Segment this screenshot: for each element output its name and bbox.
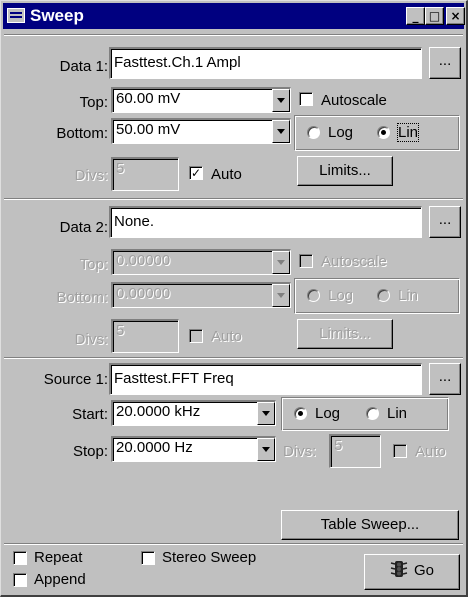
source1-stop-label: Stop: [72,443,108,460]
source1-log-label: Log [315,405,341,422]
source1-label: Source 1: [43,371,108,388]
go-label: Go [413,562,434,579]
go-button[interactable]: Go [364,554,460,590]
source1-start-value: 20.0000 kHz [116,403,201,420]
source1-input[interactable]: Fasttest.FFT Freq [109,363,422,395]
append-label: Append [34,571,86,588]
data1-autoscale-checkbox[interactable] [299,92,313,106]
data2-auto-label: Auto [211,328,242,345]
source1-lin-label: Lin [387,405,408,422]
window-title: Sweep [30,6,84,25]
append-checkbox[interactable] [13,573,27,587]
data2-lin-label: Lin [398,287,419,304]
data2-divs-label: Divs: [74,331,108,348]
data2-label: Data 2: [59,219,108,236]
data1-auto-label: Auto [211,166,242,183]
data2-bottom-select[interactable]: 0.00000 [111,282,291,308]
data2-top-select[interactable]: 0.00000 [111,249,291,275]
data2-auto-checkbox[interactable] [189,329,203,343]
window-icon[interactable] [7,8,25,23]
table-sweep-button[interactable]: Table Sweep... [281,510,459,540]
data1-bottom-select[interactable]: 50.00 mV [111,118,291,144]
title-separator [4,34,463,36]
source1-start-label: Start: [72,406,108,423]
data2-browse-button[interactable]: ... [429,206,461,238]
minimize-button[interactable]: _ [406,7,425,25]
sweep-window: Sweep _ □ × Data 1: Fasttest.Ch.1 Ampl .… [0,0,468,597]
chevron-down-icon[interactable] [272,251,290,274]
source1-log-radio[interactable] [294,407,307,420]
data1-browse-button[interactable]: ... [429,47,461,79]
source1-lin-radio[interactable] [366,407,379,420]
data2-limits-button[interactable]: Limits... [297,319,393,349]
data1-limits-button[interactable]: Limits... [297,156,393,186]
data1-log-radio[interactable] [307,126,320,139]
data1-bottom-value: 50.00 mV [116,121,181,138]
data2-bottom-value: 0.00000 [116,285,171,302]
close-button[interactable]: × [446,7,465,25]
source1-separator [4,543,463,545]
maximize-button[interactable]: □ [425,7,444,25]
data1-label: Data 1: [59,58,108,75]
data2-log-radio[interactable] [307,289,320,302]
data2-separator [4,357,463,359]
data1-autoscale-label: Autoscale [321,92,387,109]
repeat-checkbox[interactable] [13,551,27,565]
chevron-down-icon[interactable] [257,402,275,425]
title-bar[interactable]: Sweep _ □ × [3,3,465,29]
data1-top-select[interactable]: 60.00 mV [111,87,291,113]
source1-start-select[interactable]: 20.0000 kHz [111,400,276,426]
stereo-sweep-checkbox[interactable] [141,551,155,565]
data1-top-label: Top: [79,94,108,111]
chevron-down-icon[interactable] [272,284,290,307]
data2-autoscale-checkbox[interactable] [299,254,313,268]
source1-divs-input[interactable]: 5 [329,434,381,468]
source1-browse-button[interactable]: ... [429,363,461,395]
data1-lin-radio[interactable] [377,126,390,139]
source1-auto-label: Auto [415,443,446,460]
data1-log-label: Log [328,124,354,141]
data1-divs-input[interactable]: 5 [111,157,179,191]
data2-input[interactable]: None. [109,206,422,238]
data2-autoscale-label: Autoscale [321,253,387,270]
repeat-label: Repeat [34,549,83,566]
data2-top-label: Top: [79,256,108,273]
chevron-down-icon[interactable] [272,120,290,143]
stereo-sweep-label: Stereo Sweep [162,549,257,566]
source1-divs-label: Divs: [283,443,317,460]
data2-bottom-label: Bottom: [56,289,108,306]
data2-lin-radio[interactable] [377,289,390,302]
data1-input[interactable]: Fasttest.Ch.1 Ampl [109,47,422,79]
data1-bottom-label: Bottom: [56,125,108,142]
data1-separator [4,198,463,200]
chevron-down-icon[interactable] [272,89,290,112]
source1-stop-select[interactable]: 20.0000 Hz [111,436,276,462]
traffic-light-icon [390,561,408,577]
data1-top-value: 60.00 mV [116,90,181,107]
chevron-down-icon[interactable] [257,438,275,461]
data2-top-value: 0.00000 [116,252,171,269]
data1-lin-label: Lin [396,123,420,142]
source1-stop-value: 20.0000 Hz [116,439,193,456]
data1-divs-label: Divs: [74,167,108,184]
data1-auto-checkbox[interactable]: ✓ [189,166,203,180]
source1-auto-checkbox[interactable] [393,444,407,458]
data2-divs-input[interactable]: 5 [111,319,179,353]
data2-log-label: Log [328,287,354,304]
